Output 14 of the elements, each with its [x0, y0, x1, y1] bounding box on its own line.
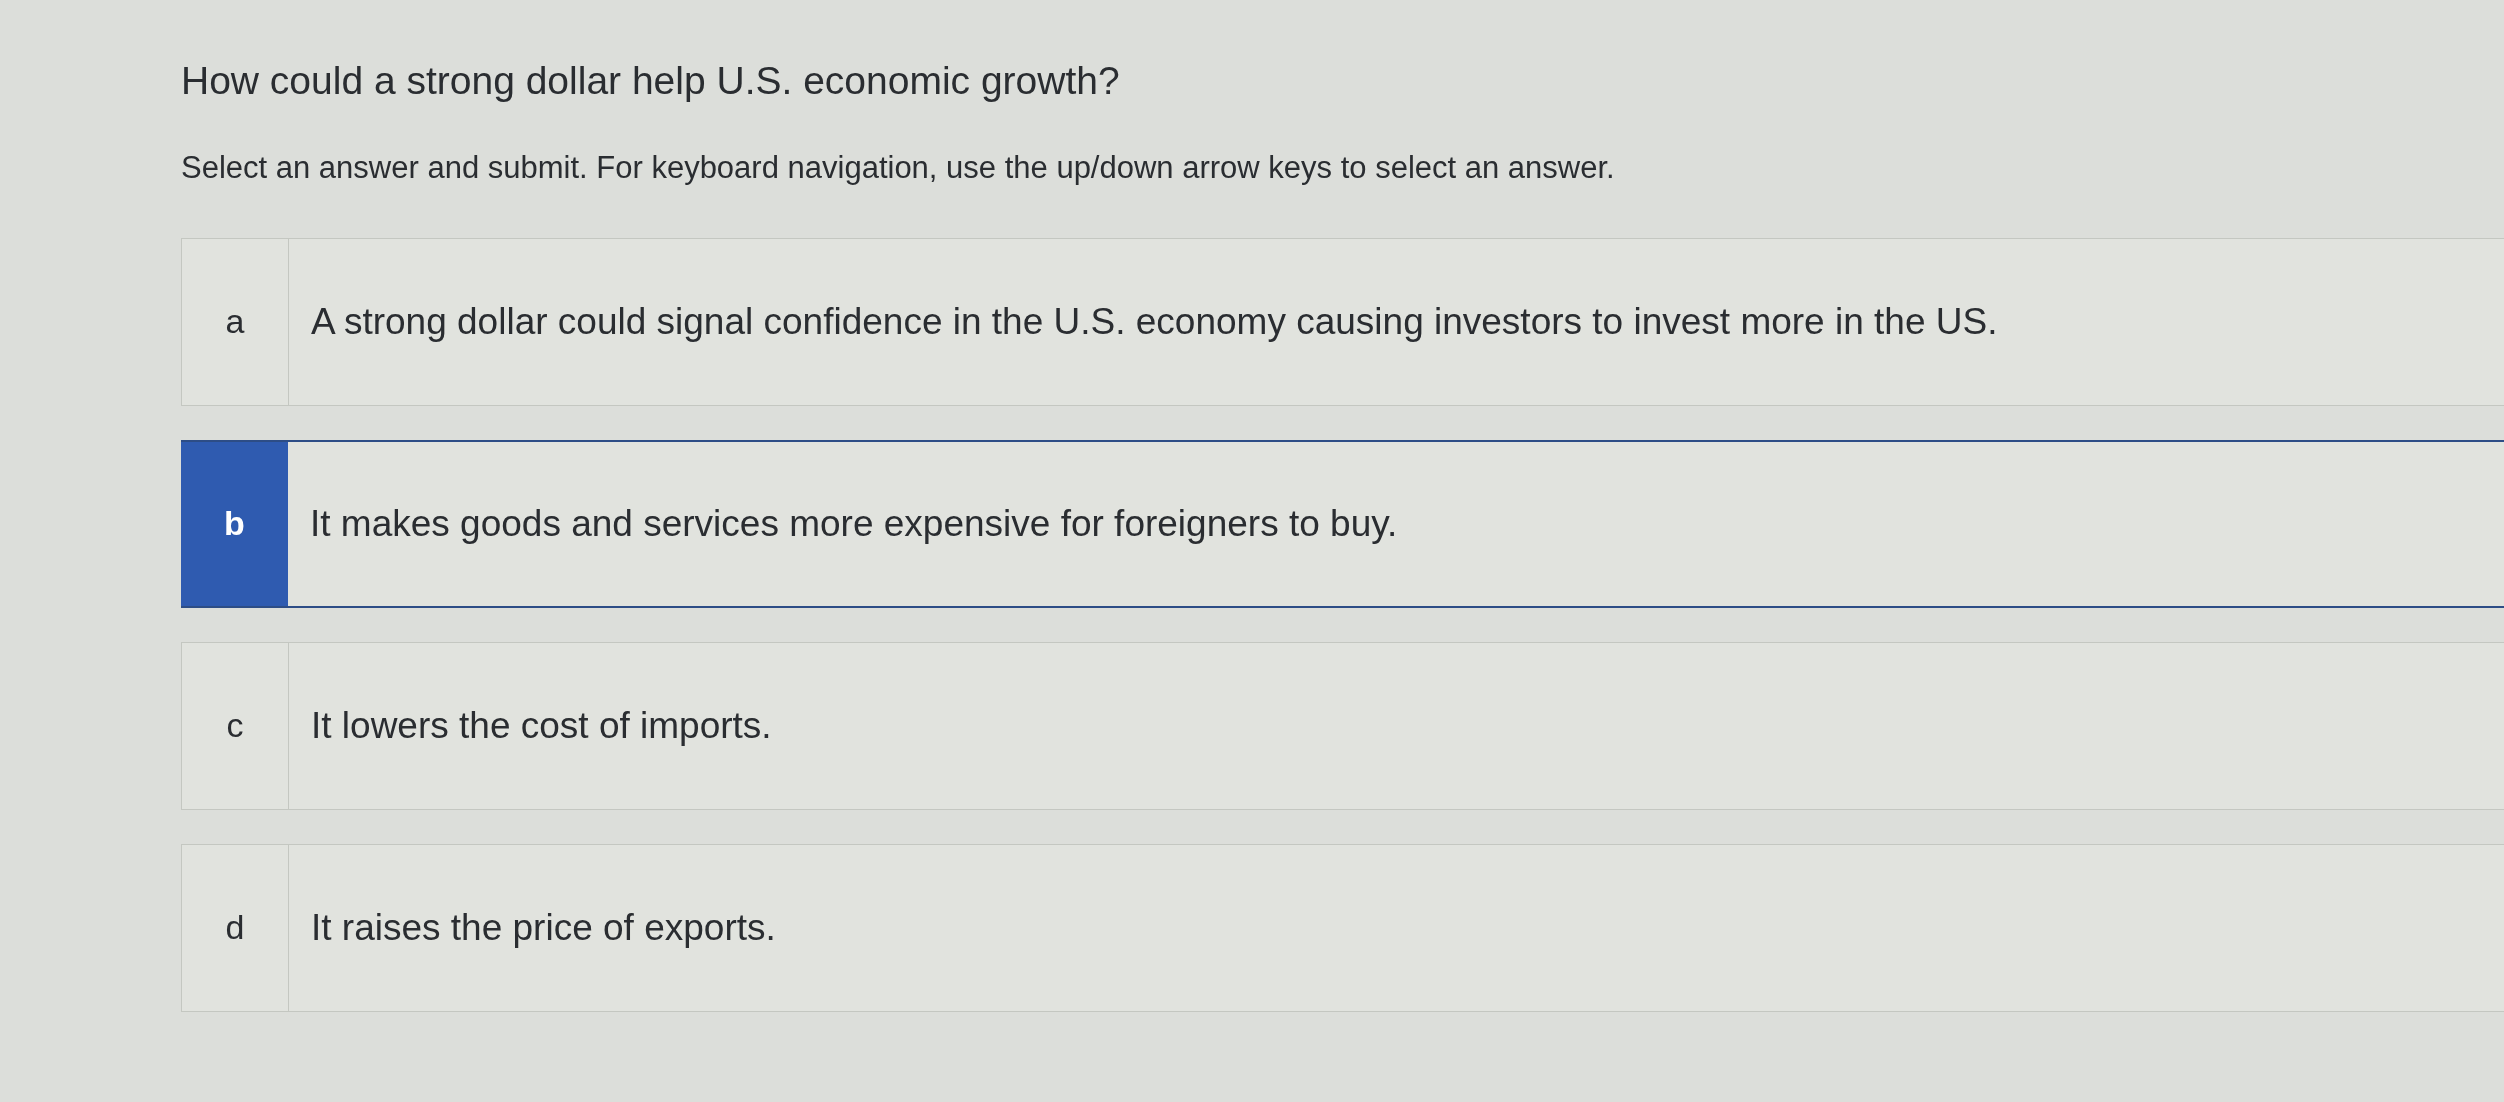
option-text: It lowers the cost of imports. [310, 703, 772, 748]
option-text: It makes goods and services more expensive for foreigners to buy. [309, 501, 1398, 546]
answer-option[interactable]: a A strong dollar could signal confidence in the U.S. economy causing investors to invest more in the US. [181, 238, 2504, 406]
option-letter: a [182, 239, 289, 405]
question-text: How could a strong dollar help U.S. economic growth? [181, 58, 1121, 104]
answer-option[interactable]: d It raises the price of exports. [181, 844, 2504, 1012]
answer-option[interactable]: b It makes goods and services more expensive for foreigners to buy. [181, 440, 2504, 608]
answer-option[interactable]: c It lowers the cost of imports. [181, 642, 2504, 810]
option-text: It raises the price of exports. [310, 905, 776, 950]
option-text: A strong dollar could signal confidence in the U.S. economy causing investors to invest more in the US. [310, 299, 1998, 344]
option-letter: b [181, 442, 288, 606]
option-letter: c [182, 643, 289, 809]
instructions-text: Select an answer and submit. For keyboard navigation, use the up/down arrow keys to select an answer. [181, 148, 1616, 186]
option-letter: d [182, 845, 289, 1011]
